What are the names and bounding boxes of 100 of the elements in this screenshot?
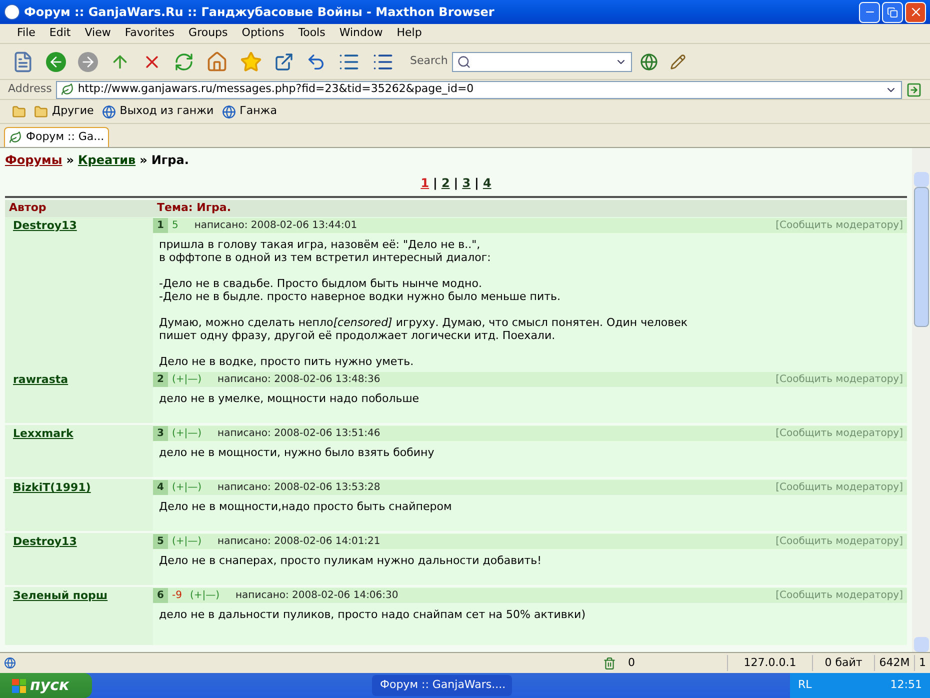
scrollbar[interactable] — [912, 148, 930, 652]
breadcrumb-separator: » — [66, 152, 74, 169]
page-icon — [4, 657, 16, 669]
restore-button[interactable] — [882, 2, 903, 22]
post-text: -Дело не в быдле. просто наверное водки нужно было меньше пить. — [159, 290, 562, 303]
close-button[interactable] — [905, 2, 926, 22]
address-label: Address — [8, 81, 52, 98]
language-indicator[interactable]: RL — [798, 677, 812, 694]
status-traffic: 0 байт — [812, 654, 874, 672]
pager-separator: | — [474, 175, 479, 192]
vote-links[interactable]: (+|—) — [168, 480, 206, 495]
trash-icon — [603, 656, 616, 670]
column-header: Тема: Игра. — [156, 200, 232, 216]
breadcrumb-current: Игра. — [151, 152, 189, 169]
author-link[interactable]: Зеленый порш — [13, 589, 108, 602]
author-link[interactable]: Destroy13 — [13, 219, 77, 232]
leaf-icon — [9, 131, 22, 144]
post-rating: -9 — [170, 589, 183, 603]
post-date: написано: 2008-02-06 13:51:46 — [216, 427, 380, 441]
post-text: Дело не в снаперах, просто пуликам нужно дальности добавить! — [159, 554, 543, 567]
post-number: 5 — [153, 534, 168, 549]
post-date: написано: 2008-02-06 14:01:21 — [216, 535, 380, 549]
page-link[interactable]: 1 — [420, 174, 430, 192]
post-number: 2 — [153, 372, 168, 387]
back-icon — [46, 52, 66, 72]
post-text: Дело не в мощности,надо просто быть снайпером — [159, 500, 453, 513]
status-field: 1 — [914, 654, 930, 672]
pager-separator: | — [454, 175, 458, 192]
post-text: Думаю, можно сделать непло[censored] игруху. Думаю, что смысл понятен. Один человек — [159, 316, 689, 329]
post-date: написано: 2008-02-06 13:48:36 — [216, 373, 380, 387]
windows-logo-icon — [12, 678, 26, 692]
folder-link[interactable]: Другие — [34, 103, 94, 120]
post-rating: 5 — [170, 219, 180, 233]
menu-item[interactable]: Edit — [42, 25, 78, 42]
globe-icon — [102, 104, 116, 118]
start-button[interactable]: пуск — [0, 673, 92, 698]
post-number: 4 — [153, 480, 168, 495]
open-window-icon — [274, 52, 294, 72]
go-button[interactable] — [906, 82, 922, 98]
menu-item[interactable]: Options — [234, 25, 292, 42]
page-link[interactable]: 3 — [462, 174, 471, 192]
status-memory: 642M — [874, 654, 914, 672]
forward-icon — [78, 52, 98, 72]
search-field[interactable] — [452, 52, 632, 72]
edit-icon — [670, 54, 686, 70]
new-page-icon — [12, 50, 34, 72]
menu-item[interactable]: Help — [390, 25, 429, 42]
post-text: дело не в мощности, нужно было взять бобину — [159, 446, 436, 459]
post-text: дело не в дальности пуликов, просто надо снайпам сет на 50% активки) — [159, 608, 586, 621]
globe-icon — [640, 52, 658, 70]
post-text: -Дело не в свадьбе. Просто быдлом быть нынче модно. — [159, 277, 483, 290]
menu-item[interactable]: File — [10, 25, 42, 42]
page-link[interactable]: 4 — [482, 174, 492, 192]
column-header: Автор — [8, 200, 48, 216]
post-text: пишет одну фразу, другой её продолжает логически итд. Поехали. — [159, 329, 556, 342]
menu-item[interactable]: Groups — [182, 25, 235, 42]
author-link[interactable]: Destroy13 — [13, 535, 77, 548]
post-date: написано: 2008-02-06 13:44:01 — [193, 219, 358, 233]
minimize-button[interactable] — [859, 2, 880, 22]
app-icon — [4, 4, 20, 20]
folder-icon — [12, 104, 26, 118]
menu-item[interactable]: Tools — [291, 25, 332, 42]
post-text: дело не в умелке, мощности надо побольше — [159, 392, 420, 405]
vote-links[interactable]: (+|—) — [168, 372, 206, 387]
menu-item[interactable]: Favorites — [118, 25, 182, 42]
vote-links[interactable]: (+|—) — [168, 426, 206, 441]
favorites-icon — [240, 50, 262, 72]
post-text: пришла в голову такая игра, назовём её: "Дело не в..", — [159, 238, 482, 251]
post-text: в оффтопе в одной из тем встретил интересный диалог: — [159, 251, 492, 264]
page-link[interactable]: Выход из ганжи — [102, 103, 214, 120]
breadcrumb-link[interactable]: Форумы — [5, 151, 62, 169]
vote-links[interactable]: (+|—) — [168, 534, 206, 549]
leaf-icon — [60, 83, 74, 96]
author-link[interactable]: Lexxmark — [13, 427, 74, 440]
undo-icon — [306, 52, 326, 72]
breadcrumb-link[interactable]: Креатив — [78, 151, 136, 169]
page-link[interactable]: Ганжа — [222, 103, 277, 120]
breadcrumb-separator: » — [140, 152, 148, 169]
post-number: 3 — [153, 426, 168, 441]
address-field[interactable]: http://www.ganjawars.ru/messages.php?fid=23&tid=35262&page_id=0 — [56, 80, 902, 98]
status-count: 0 — [627, 654, 636, 671]
pager-separator: | — [433, 175, 438, 192]
post-date: написано: 2008-02-06 13:53:28 — [216, 481, 380, 495]
vote-links[interactable]: (+|—) — [186, 588, 224, 603]
post-text: Дело не в водке, просто пить нужно уметь. — [159, 355, 415, 368]
clock: 12:51 — [890, 677, 922, 694]
page-link[interactable]: 2 — [441, 174, 450, 192]
browser-tab[interactable]: Форум :: Ga... — [4, 127, 110, 147]
taskbar-item[interactable]: Форум :: GanjaWars.... — [372, 675, 512, 696]
status-ip: 127.0.0.1 — [727, 654, 812, 672]
folder-link[interactable] — [12, 104, 26, 118]
post-number: 1 — [153, 218, 168, 233]
author-link[interactable]: rawrasta — [13, 373, 68, 386]
menu-item[interactable]: Window — [332, 25, 390, 42]
author-link[interactable]: BizkiT(1991) — [13, 481, 91, 494]
menu-item[interactable]: View — [78, 25, 118, 42]
post-number: 6 — [153, 588, 168, 603]
globe-icon — [222, 104, 236, 118]
refresh-icon — [174, 52, 194, 72]
window-title: Форум :: GanjaWars.Ru :: Ганджубасовые Войны - Maxthon Browser — [24, 4, 494, 21]
